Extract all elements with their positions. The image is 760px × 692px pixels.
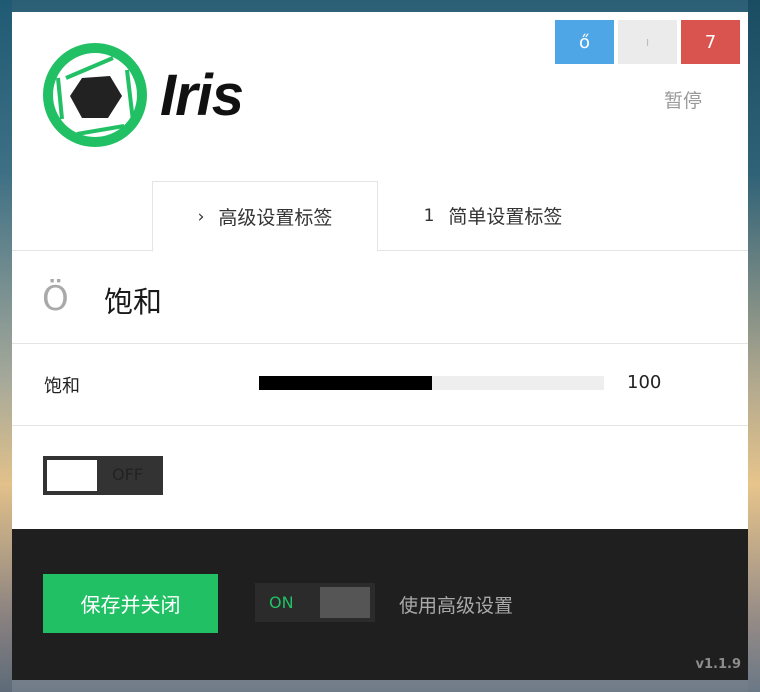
tab-simple-settings[interactable]: 1 简单设置标签 — [378, 181, 608, 250]
tab-advanced-settings[interactable]: › 高级设置标签 — [152, 181, 378, 252]
saturation-value: 100 — [627, 372, 662, 393]
desktop-background-left — [0, 0, 12, 692]
simple-settings-icon: 1 — [423, 205, 435, 226]
toggle-state-label: ON — [269, 593, 294, 612]
desktop-background-right — [748, 0, 760, 692]
save-and-close-button[interactable]: 保存并关闭 — [43, 574, 218, 633]
saturation-icon: Ö — [42, 279, 69, 319]
saturation-row: 饱和 100 — [12, 344, 748, 426]
section-title: 饱和 — [104, 285, 163, 319]
logo-text: Iris — [160, 62, 244, 128]
version-label: v1.1.9 — [695, 657, 742, 672]
aperture-icon — [43, 43, 147, 147]
chevron-right-icon: › — [197, 206, 205, 227]
advanced-settings-toggle[interactable]: ON — [255, 583, 375, 622]
tab-bar: › 高级设置标签 1 简单设置标签 — [12, 181, 748, 252]
maximize-button[interactable]: ı — [618, 20, 677, 64]
saturation-toggle[interactable]: OFF — [43, 456, 163, 495]
toggle-knob — [320, 587, 370, 618]
iris-window: ő ı 7 暂停 Iris › 高级设置标签 1 简单设置标签 Ö 饱和 饱和 … — [12, 12, 748, 680]
slider-fill — [259, 376, 432, 390]
tab-label: 简单设置标签 — [448, 206, 563, 228]
toggle-state-label: OFF — [112, 465, 143, 484]
tab-label: 高级设置标签 — [218, 207, 333, 229]
section-header: Ö 饱和 — [12, 251, 748, 344]
minimize-button[interactable]: ő — [555, 20, 614, 64]
advanced-settings-label: 使用高级设置 — [399, 595, 514, 617]
saturation-slider[interactable] — [259, 376, 604, 390]
footer-bar: 保存并关闭 ON 使用高级设置 v1.1.9 — [12, 529, 748, 680]
pause-link[interactable]: 暂停 — [664, 86, 702, 113]
toggle-knob — [47, 460, 97, 491]
window-controls: ő ı 7 — [555, 20, 740, 64]
close-button[interactable]: 7 — [681, 20, 740, 64]
logo: Iris — [42, 42, 244, 148]
saturation-label: 饱和 — [44, 376, 80, 397]
